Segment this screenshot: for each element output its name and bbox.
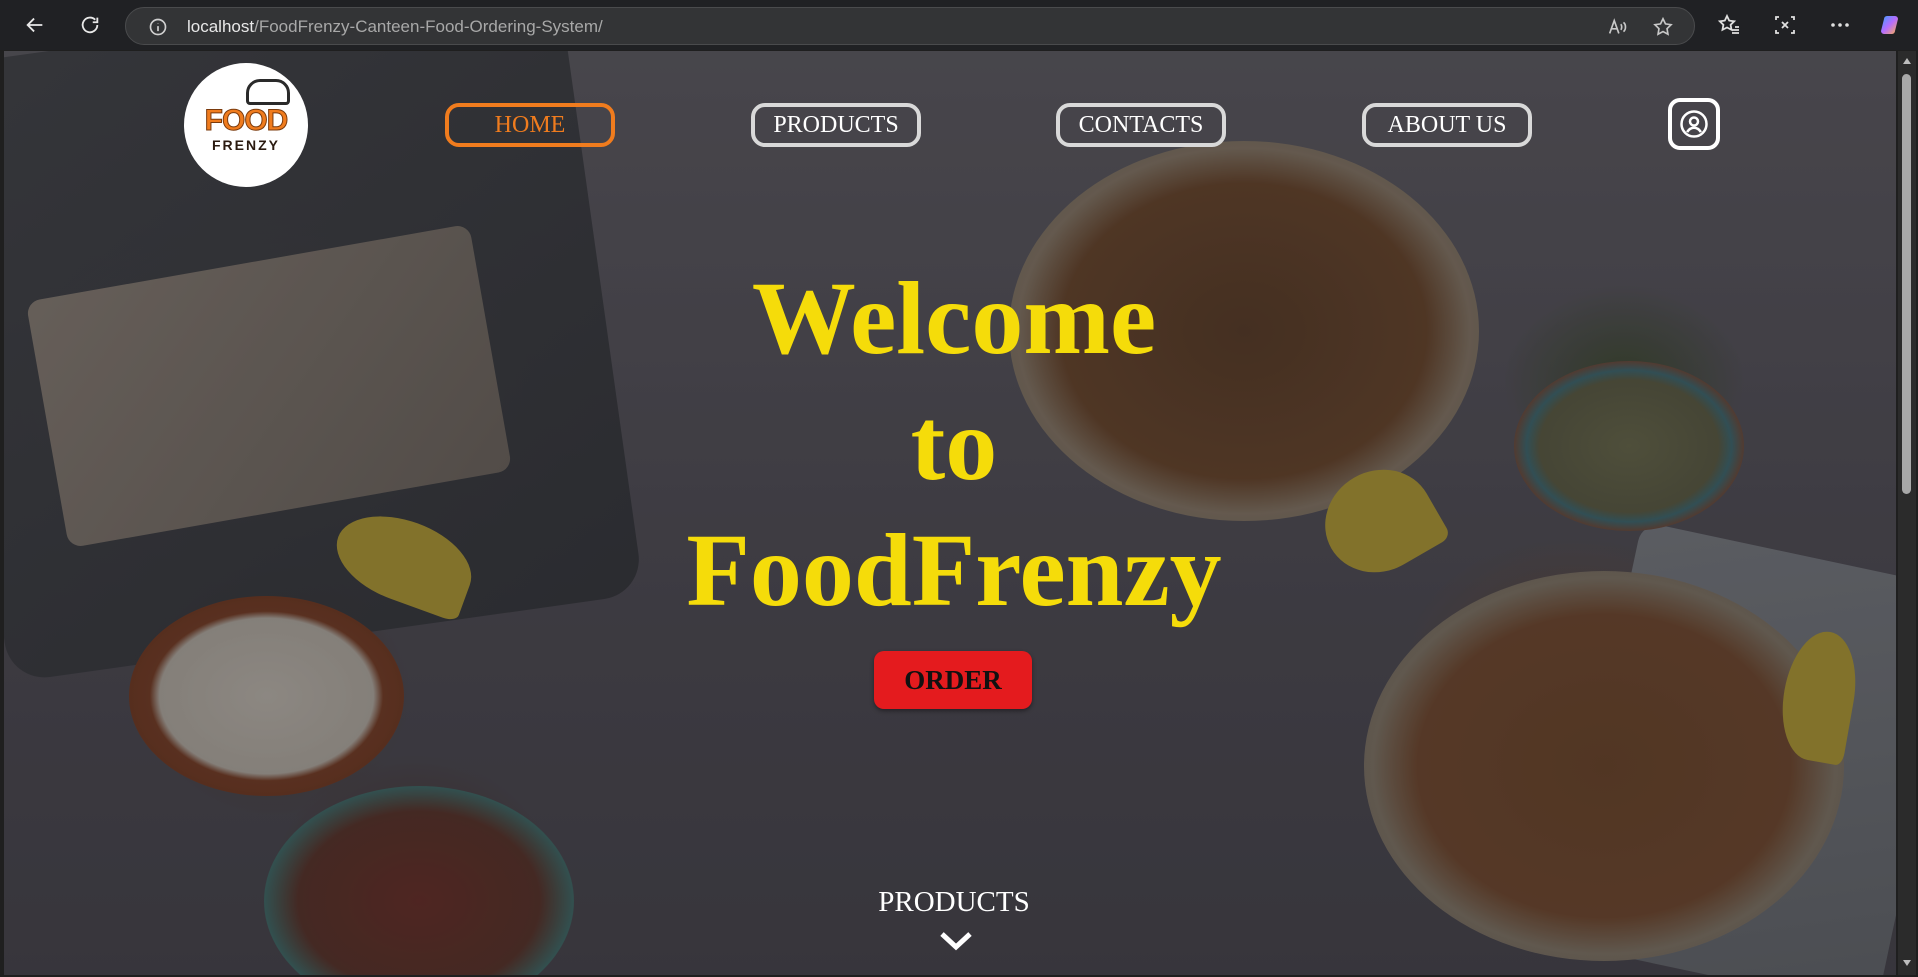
favorites-icon[interactable] xyxy=(1717,13,1741,37)
nav-products[interactable]: PRODUCTS xyxy=(751,103,921,147)
screenshot-icon[interactable] xyxy=(1773,13,1797,37)
nav-about-us[interactable]: ABOUT US xyxy=(1362,103,1532,147)
back-icon[interactable] xyxy=(20,10,50,40)
favorite-star-icon[interactable] xyxy=(1652,16,1674,38)
user-account-button[interactable] xyxy=(1668,98,1720,150)
scroll-to-products-link[interactable]: PRODUCTS xyxy=(824,886,1084,919)
scroll-up-icon[interactable] xyxy=(1902,56,1912,66)
page-viewport: FOOD FRENZY HOME PRODUCTS CONTACTS ABOUT… xyxy=(4,51,1896,975)
hero-heading: Welcome to FoodFrenzy xyxy=(564,256,1344,634)
browser-toolbar: localhost/FoodFrenzy-Canteen-Food-Orderi… xyxy=(0,0,1918,50)
read-aloud-icon[interactable] xyxy=(1606,16,1628,38)
logo-text-food: FOOD xyxy=(204,104,289,137)
site-logo[interactable]: FOOD FRENZY xyxy=(184,63,308,187)
user-icon xyxy=(1680,110,1708,138)
nav-home[interactable]: HOME xyxy=(445,103,615,147)
hero-line-welcome: Welcome xyxy=(751,261,1157,376)
scrollbar-thumb[interactable] xyxy=(1902,74,1911,494)
hero-line-to: to xyxy=(910,387,998,502)
info-icon[interactable] xyxy=(148,17,168,37)
url-text: localhost/FoodFrenzy-Canteen-Food-Orderi… xyxy=(187,17,603,36)
chef-hat-icon xyxy=(246,79,290,105)
scroll-down-icon[interactable] xyxy=(1902,958,1912,968)
address-bar[interactable]: localhost/FoodFrenzy-Canteen-Food-Orderi… xyxy=(125,7,1695,45)
copilot-icon[interactable] xyxy=(1880,13,1904,37)
nav-contacts[interactable]: CONTACTS xyxy=(1056,103,1226,147)
more-icon[interactable] xyxy=(1828,13,1852,37)
chevron-down-icon[interactable] xyxy=(939,928,973,952)
refresh-icon[interactable] xyxy=(75,10,105,40)
hero-line-brand: FoodFrenzy xyxy=(686,513,1222,628)
logo-text-frenzy: FRENZY xyxy=(212,137,280,153)
order-button[interactable]: ORDER xyxy=(874,651,1032,709)
